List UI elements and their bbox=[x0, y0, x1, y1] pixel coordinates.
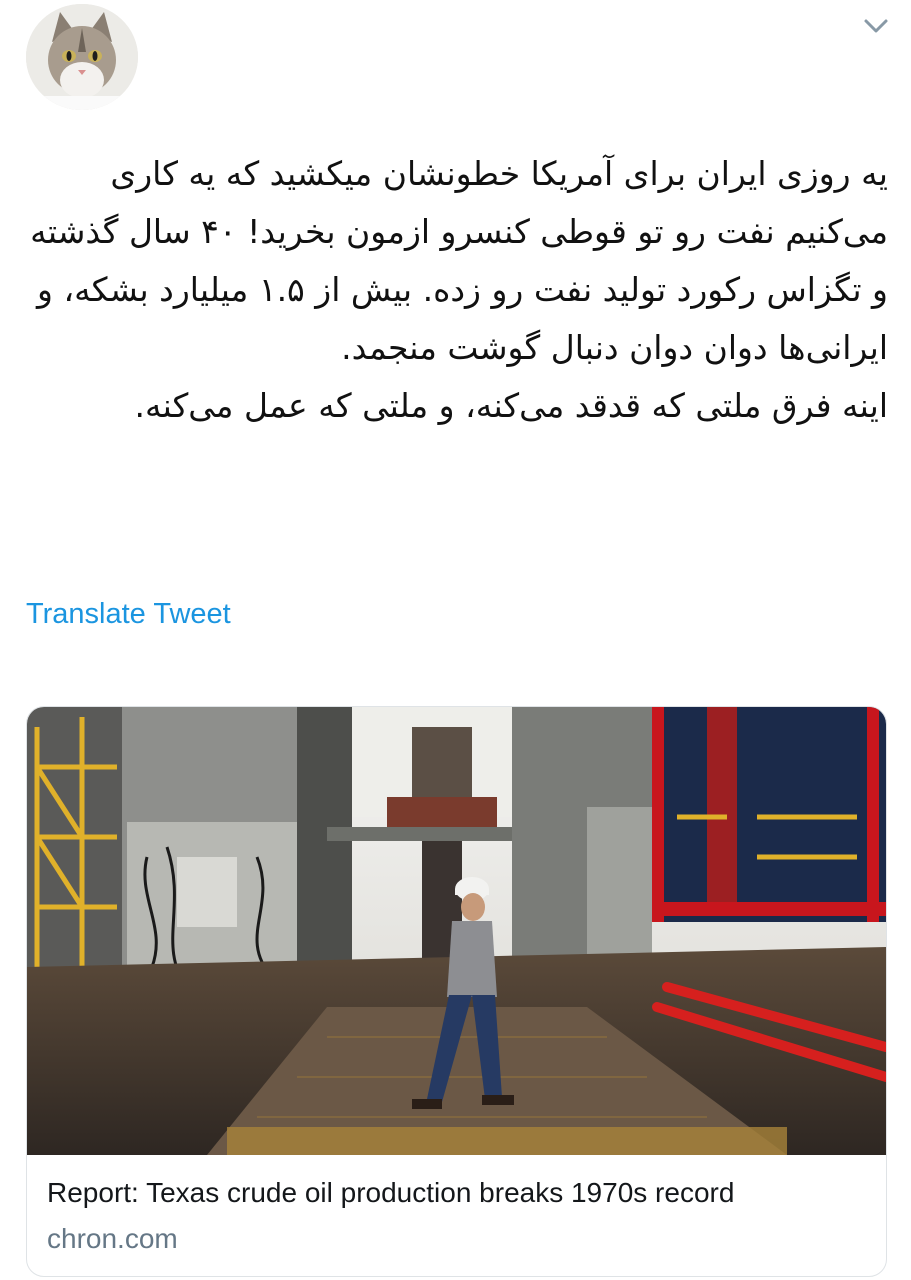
tweet-text: یه روزی ایران برای آمریکا خطونشان میکشید… bbox=[28, 145, 888, 435]
oil-rig-photo bbox=[27, 707, 886, 1155]
chevron-down-icon bbox=[864, 19, 888, 33]
translate-tweet-link[interactable]: Translate Tweet bbox=[26, 598, 231, 631]
cat-avatar-icon bbox=[26, 4, 138, 110]
card-domain: chron.com bbox=[47, 1223, 178, 1254]
card-title: Report: Texas crude oil production break… bbox=[47, 1177, 735, 1208]
tweet-text-paragraph: اینه فرق ملتی که قدقد می‌کنه، و ملتی که … bbox=[134, 386, 888, 425]
link-preview-card[interactable]: Report: Texas crude oil production break… bbox=[26, 706, 887, 1277]
tweet-text-paragraph: یه روزی ایران برای آمریکا خطونشان میکشید… bbox=[30, 154, 888, 367]
tweet-menu-button[interactable] bbox=[860, 12, 892, 40]
profile-avatar[interactable] bbox=[26, 4, 138, 110]
